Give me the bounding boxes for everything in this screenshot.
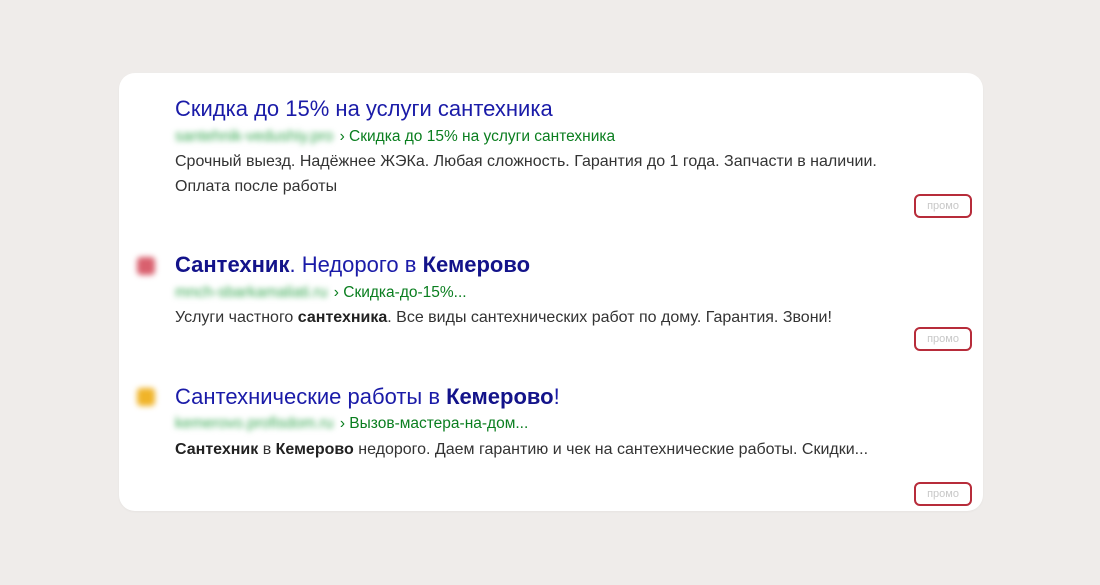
ad-url-path[interactable]: › Скидка-до-15%...	[334, 284, 467, 301]
ad-domain-blurred[interactable]: mnch-sbarkamaliati.ru	[175, 283, 327, 303]
ad-domain-blurred[interactable]: santehnik-vedushiy.pro	[175, 127, 333, 147]
ad-title-link[interactable]: Скидка до 15% на услуги сантехника	[175, 95, 553, 123]
ad-title-link[interactable]: Сантехник. Недорого в Кемерово	[175, 251, 530, 279]
ad-description: Срочный выезд. Надёжнее ЖЭКа. Любая слож…	[175, 153, 877, 195]
site-favicon-icon	[137, 257, 155, 275]
ad-description: Сантехник в Кемерово недорого. Даем гара…	[175, 441, 869, 458]
search-results-card: Скидка до 15% на услуги сантехника sante…	[119, 73, 983, 511]
promo-badge: промо	[914, 194, 972, 218]
promo-badge: промо	[914, 327, 972, 351]
ad-url-path[interactable]: › Вызов-мастера-на-дом...	[340, 415, 528, 432]
ad-title-text: Скидка до 15% на услуги сантехника	[175, 96, 553, 121]
site-favicon-icon	[137, 388, 155, 406]
ad-description: Услуги частного сантехника. Все виды сан…	[175, 309, 832, 326]
promo-badge: промо	[914, 482, 972, 506]
ad-domain-blurred[interactable]: kemerovo.profisdom.ru	[175, 414, 334, 434]
ad-title-link[interactable]: Сантехнические работы в Кемерово!	[175, 383, 560, 411]
ad-url-path[interactable]: › Скидка до 15% на услуги сантехника	[340, 128, 616, 145]
ad-url-line: mnch-sbarkamaliati.ru › Скидка-до-15%...	[175, 283, 467, 303]
ad-url-line: santehnik-vedushiy.pro › Скидка до 15% н…	[175, 127, 615, 147]
ad-url-line: kemerovo.profisdom.ru › Вызов-мастера-на…	[175, 414, 528, 434]
